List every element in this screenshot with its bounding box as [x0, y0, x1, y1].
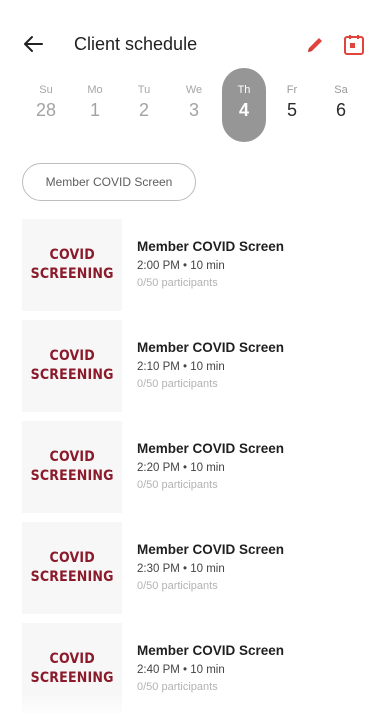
thumbnail-text-line2: SCREENING — [30, 569, 114, 585]
week-day-selector: Su 28 Mo 1 Tu 2 We 3 Th 4 Fr 5 Sa 6 — [18, 68, 366, 146]
day-date: 2 — [138, 100, 149, 120]
thumbnail-text-line2: SCREENING — [30, 266, 114, 282]
session-participants: 0/50 participants — [137, 479, 218, 491]
session-list-item[interactable]: COVID SCREENING Member COVID Screen 2:20… — [22, 421, 352, 513]
covid-screening-thumbnail: COVID SCREENING — [22, 522, 122, 614]
day-thursday-selected[interactable]: Th 4 — [222, 68, 266, 142]
day-date: 28 — [35, 100, 57, 120]
day-name: We — [185, 84, 203, 96]
session-time: 2:10 PM • 10 min — [137, 361, 225, 373]
session-participants: 0/50 participants — [137, 378, 218, 390]
thumbnail-text-line1: COVID — [49, 651, 95, 667]
thumbnail-text-line1: COVID — [49, 449, 95, 465]
day-date: 3 — [188, 100, 199, 120]
day-name: Mo — [87, 84, 103, 96]
session-time: 2:40 PM • 10 min — [137, 664, 225, 676]
thumbnail-text-line2: SCREENING — [30, 670, 114, 686]
page-title: Client schedule — [74, 34, 198, 54]
thumbnail-text-line2: SCREENING — [30, 367, 114, 383]
filter-chip[interactable]: Member COVID Screen — [22, 163, 196, 201]
back-arrow-icon[interactable] — [20, 30, 46, 58]
session-name: Member COVID Screen — [137, 239, 285, 254]
session-time: 2:20 PM • 10 min — [137, 462, 225, 474]
day-name: Fr — [286, 84, 298, 96]
scroll-fade-overlay — [0, 693, 370, 723]
covid-screening-thumbnail: COVID SCREENING — [22, 219, 122, 311]
day-sunday[interactable]: Su 28 — [24, 68, 68, 144]
day-monday[interactable]: Mo 1 — [73, 68, 117, 144]
session-participants: 0/50 participants — [137, 681, 218, 693]
session-participants: 0/50 participants — [137, 277, 218, 289]
day-date: 5 — [286, 100, 297, 120]
session-list-item[interactable]: COVID SCREENING Member COVID Screen 2:00… — [22, 219, 352, 311]
thumbnail-text-line1: COVID — [49, 550, 95, 566]
day-friday[interactable]: Fr 5 — [270, 68, 314, 144]
session-name: Member COVID Screen — [137, 441, 285, 456]
day-name: Sa — [334, 84, 348, 96]
session-time: 2:30 PM • 10 min — [137, 563, 225, 575]
thumbnail-text-line1: COVID — [49, 348, 95, 364]
day-saturday[interactable]: Sa 6 — [319, 68, 363, 144]
day-tuesday[interactable]: Tu 2 — [122, 68, 166, 144]
covid-screening-thumbnail: COVID SCREENING — [22, 320, 122, 412]
day-date: 6 — [335, 100, 346, 120]
session-participants: 0/50 participants — [137, 580, 218, 592]
session-time: 2:00 PM • 10 min — [137, 260, 225, 272]
session-name: Member COVID Screen — [137, 643, 285, 658]
day-date: 4 — [238, 100, 249, 120]
edit-pencil-icon[interactable] — [303, 33, 327, 57]
session-name: Member COVID Screen — [137, 340, 285, 355]
day-date: 1 — [89, 100, 100, 120]
day-wednesday[interactable]: We 3 — [172, 68, 216, 144]
calendar-icon[interactable] — [343, 33, 365, 57]
session-list-item[interactable]: COVID SCREENING Member COVID Screen 2:30… — [22, 522, 352, 614]
covid-screening-thumbnail: COVID SCREENING — [22, 421, 122, 513]
thumbnail-text-line1: COVID — [49, 247, 95, 263]
day-name: Su — [39, 84, 53, 96]
session-list-item[interactable]: COVID SCREENING Member COVID Screen 2:10… — [22, 320, 352, 412]
day-name: Tu — [137, 84, 151, 96]
thumbnail-text-line2: SCREENING — [30, 468, 114, 484]
session-name: Member COVID Screen — [137, 542, 285, 557]
day-name: Th — [237, 84, 251, 96]
